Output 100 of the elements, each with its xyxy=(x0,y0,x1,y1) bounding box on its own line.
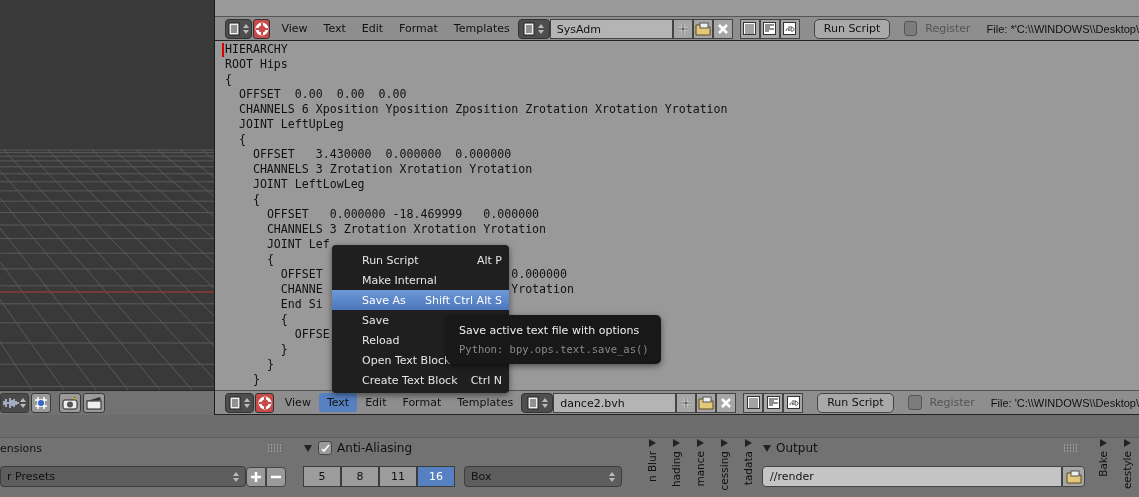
folder-icon xyxy=(698,395,715,410)
browse-folder-button[interactable] xyxy=(1062,466,1086,487)
code-line: CHANNELS 6 Xposition Yposition Zposition Zrotation Xrotation Yrotation xyxy=(238,102,728,117)
panel-tab[interactable]: mance xyxy=(694,451,707,487)
render-image-button[interactable] xyxy=(59,393,81,413)
remove-preset-button[interactable] xyxy=(266,466,286,487)
close-icon xyxy=(720,396,733,409)
menu-option[interactable]: Make Internal xyxy=(332,270,509,290)
panel-tab[interactable]: n Blur xyxy=(646,451,659,483)
menu-item[interactable]: Templates xyxy=(449,393,522,412)
menu-option[interactable]: Save As Shift Ctrl Alt S xyxy=(332,290,509,310)
panel-tab[interactable]: Bake xyxy=(1097,451,1109,477)
lines-icon xyxy=(743,22,757,35)
anti-aliasing-checkbox[interactable] xyxy=(318,441,333,455)
sample-count-option[interactable]: 8 xyxy=(341,466,380,487)
lifebuoy-button[interactable] xyxy=(255,392,274,413)
code-line: Yrotation xyxy=(511,282,574,297)
disclosure-triangle-icon[interactable] xyxy=(695,438,706,448)
menu-item[interactable]: Text xyxy=(315,19,354,38)
menu-item[interactable]: Format xyxy=(394,393,450,412)
panel-tab[interactable]: tadata xyxy=(742,451,755,486)
new-text-button[interactable] xyxy=(676,392,697,413)
grid-icon xyxy=(34,396,48,410)
lifebuoy-button[interactable] xyxy=(253,18,271,39)
file-path-label: File: 'C:\\WINDOWS\\Desktop\ xyxy=(990,396,1139,409)
menu-item[interactable]: Templates xyxy=(445,19,518,38)
grid-toggle[interactable] xyxy=(31,393,51,413)
disclosure-triangle-icon[interactable] xyxy=(1122,438,1132,448)
plus-icon xyxy=(676,22,689,35)
audio-waveform-dropdown[interactable] xyxy=(0,393,29,413)
lifebuoy-icon xyxy=(257,395,272,410)
menu-item[interactable]: Edit xyxy=(357,393,395,412)
panel-header[interactable]: Output xyxy=(776,441,818,455)
panel-tab[interactable]: cessing xyxy=(718,451,731,491)
notepad-icon xyxy=(523,21,536,36)
disclosure-triangle-icon[interactable] xyxy=(671,438,682,448)
code-line: 0.000000 xyxy=(511,267,567,282)
menu-item[interactable]: Text xyxy=(318,393,358,412)
code-line: OFFSET 0.00 0.00 0.00 xyxy=(238,87,407,102)
disclosure-triangle-icon[interactable] xyxy=(762,443,773,453)
output-path-field[interactable]: //render xyxy=(762,466,1063,487)
menu-item[interactable]: Edit xyxy=(353,19,392,38)
code-line: CHANNE xyxy=(280,282,323,297)
code-line: OFFSET 3.430000 0.000000 0.000000 xyxy=(252,147,512,162)
close-icon xyxy=(716,22,729,35)
disclosure-triangle-icon[interactable] xyxy=(303,443,314,453)
unlink-text-button[interactable] xyxy=(716,392,737,413)
disclosure-triangle-icon[interactable] xyxy=(743,438,754,448)
syntax-highlight-toggle[interactable] xyxy=(783,392,804,413)
render-animation-button[interactable] xyxy=(83,393,105,413)
sample-count-option[interactable]: 5 xyxy=(303,466,342,487)
drag-handle-icon[interactable] xyxy=(1063,444,1077,452)
text-block-browse-dropdown[interactable] xyxy=(521,392,554,413)
code-line: HIERARCHY xyxy=(225,42,288,57)
new-text-button[interactable] xyxy=(672,18,693,39)
menu-option[interactable]: Run Script Alt P xyxy=(332,250,509,270)
panel-header[interactable]: ensions xyxy=(0,441,42,455)
unlink-text-button[interactable] xyxy=(712,18,733,39)
run-script-button[interactable]: Run Script xyxy=(813,18,891,39)
code-line: } xyxy=(280,342,288,357)
word-wrap-toggle[interactable] xyxy=(759,18,780,39)
panel-tab[interactable]: hading xyxy=(670,451,683,487)
sample-count-option[interactable]: 11 xyxy=(379,466,418,487)
word-wrap-toggle[interactable] xyxy=(763,392,784,413)
disclosure-triangle-icon[interactable] xyxy=(1098,438,1108,448)
updown-arrows-icon xyxy=(538,22,545,35)
code-line: JOINT Lef xyxy=(266,237,330,252)
open-text-button[interactable] xyxy=(696,392,717,413)
wrapped-lines-icon xyxy=(763,22,777,35)
menu-option[interactable]: Create Text Block Ctrl N xyxy=(332,370,509,390)
plus-icon xyxy=(680,396,693,409)
code-line: { xyxy=(266,252,274,267)
sample-count-option[interactable]: 16 xyxy=(417,466,456,487)
notepad-icon xyxy=(228,21,241,36)
updown-arrows-icon xyxy=(244,396,251,409)
disclosure-triangle-icon[interactable] xyxy=(719,438,730,448)
menu-item[interactable]: Format xyxy=(391,19,446,38)
plus-icon xyxy=(250,470,262,483)
menu-item[interactable]: View xyxy=(276,393,319,412)
add-preset-button[interactable] xyxy=(246,466,266,487)
panel-header[interactable]: Anti-Aliasing xyxy=(337,441,413,455)
disclosure-triangle-icon[interactable] xyxy=(647,438,658,448)
code-line: OFFSET xyxy=(280,267,323,282)
panel-tab[interactable]: eestyle xyxy=(1121,451,1133,490)
text-cursor xyxy=(222,43,224,57)
waveform-icon xyxy=(3,397,19,409)
line-numbers-toggle[interactable] xyxy=(739,18,760,39)
drag-handle-icon[interactable] xyxy=(267,444,282,452)
run-script-button[interactable]: Run Script xyxy=(817,392,894,413)
syntax-highlight-toggle[interactable] xyxy=(779,18,800,39)
line-numbers-toggle[interactable] xyxy=(743,392,764,413)
text-block-browse-dropdown[interactable] xyxy=(517,18,550,39)
menu-item[interactable]: View xyxy=(273,19,316,38)
text-block-name-field[interactable]: SysAdm xyxy=(549,18,673,39)
folder-icon xyxy=(694,21,711,36)
editor-type-dropdown[interactable] xyxy=(225,392,255,413)
code-line: } xyxy=(252,372,260,387)
open-text-button[interactable] xyxy=(692,18,713,39)
text-block-name-field[interactable]: dance2.bvh xyxy=(553,392,677,413)
editor-type-dropdown[interactable] xyxy=(225,18,253,39)
